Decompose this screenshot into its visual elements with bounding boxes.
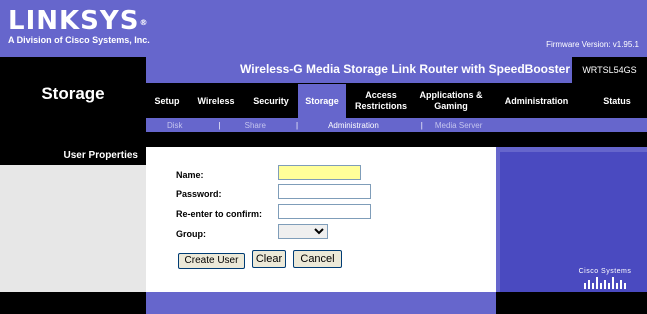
subtab-administration[interactable]: Administration (328, 121, 379, 130)
firmware-version: Firmware Version: v1.95.1 (546, 40, 639, 49)
subtab-disk[interactable]: Disk (167, 121, 183, 130)
password-label: Password: (176, 189, 222, 199)
linksys-logo: LINKSYS® (8, 6, 148, 36)
cisco-logo: Cisco Systems (573, 268, 637, 291)
tab-administration[interactable]: Administration (486, 96, 587, 107)
tab-storage[interactable]: Storage (298, 84, 346, 118)
name-field[interactable] (278, 165, 361, 180)
left-panel-title: User Properties (63, 150, 138, 161)
footer-bar-center (146, 292, 496, 314)
confirm-label: Re-enter to confirm: (176, 209, 263, 219)
cisco-bars-icon (584, 277, 626, 289)
logo-text: LINKSYS (8, 6, 140, 36)
name-label: Name: (176, 170, 204, 180)
model-title: Wireless-G Media Storage Link Router wit… (240, 62, 570, 76)
router-admin-page: LINKSYS® A Division of Cisco Systems, In… (0, 0, 647, 314)
subtab-divider: | (420, 120, 423, 130)
clear-button[interactable]: Clear (252, 250, 286, 268)
cisco-logo-text: Cisco Systems (578, 268, 632, 275)
tab-wireless[interactable]: Wireless (188, 96, 244, 107)
main-tabs: Setup Wireless Security Storage Access R… (146, 84, 647, 118)
subtab-divider: | (296, 120, 299, 130)
subtab-media-server[interactable]: Media Server (435, 121, 483, 130)
group-label: Group: (176, 229, 206, 239)
password-field[interactable] (278, 184, 371, 199)
left-panel (0, 147, 146, 292)
tagline: A Division of Cisco Systems, Inc. (8, 35, 150, 45)
tab-status[interactable]: Status (587, 96, 647, 107)
subtab-divider: | (218, 120, 221, 130)
subtabs: Disk | Share | Administration | Media Se… (146, 118, 647, 132)
tab-access-restrictions[interactable]: Access Restrictions (346, 90, 416, 112)
tab-setup[interactable]: Setup (146, 96, 188, 107)
logo-registered: ® (139, 18, 149, 27)
subtab-share[interactable]: Share (245, 121, 266, 130)
tab-applications-gaming[interactable]: Applications & Gaming (416, 90, 486, 112)
model-id: WRTSL54GS (572, 57, 647, 83)
group-select[interactable] (278, 224, 328, 239)
confirm-password-field[interactable] (278, 204, 371, 219)
tab-security[interactable]: Security (244, 96, 298, 107)
create-user-button[interactable]: Create User (178, 253, 245, 269)
cancel-button[interactable]: Cancel (293, 250, 342, 268)
section-title: Storage (41, 84, 105, 103)
